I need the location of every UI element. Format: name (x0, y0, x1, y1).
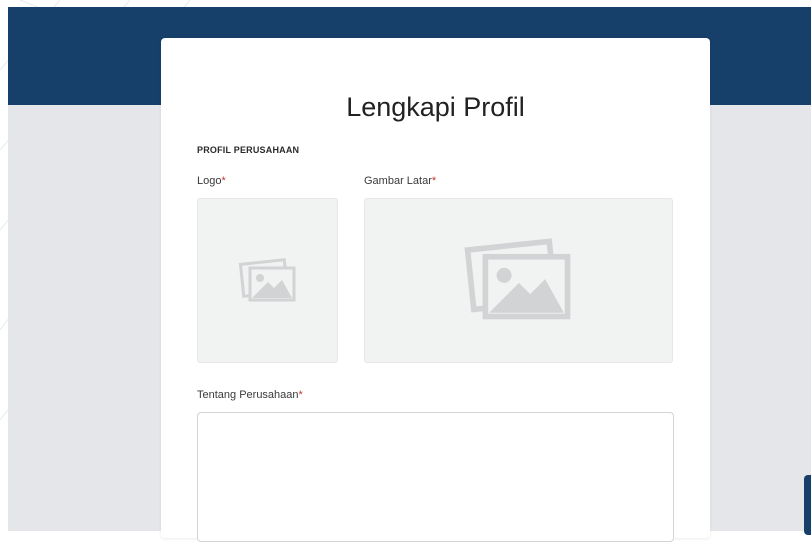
logo-upload[interactable] (197, 198, 338, 363)
about-company-label: Tentang Perusahaan* (197, 389, 303, 401)
logo-label-text: Logo (197, 175, 222, 187)
background-image-label-text: Gambar Latar (364, 175, 432, 187)
page-title: Lengkapi Profil (346, 92, 525, 123)
required-mark: * (431, 175, 437, 187)
required-mark: * (221, 175, 226, 187)
profile-form-card: Lengkapi Profil PROFIL PERUSAHAAN Logo* … (161, 38, 710, 542)
floating-side-tab[interactable] (804, 475, 811, 535)
logo-label: Logo* (197, 175, 226, 187)
section-heading: PROFIL PERUSAHAAN (197, 145, 300, 155)
about-company-textarea[interactable] (197, 412, 674, 542)
background-image-label: Gambar Latar* (364, 175, 436, 187)
image-placeholder-icon (238, 257, 295, 301)
about-company-label-text: Tentang Perusahaan (197, 389, 299, 401)
required-mark: * (298, 389, 303, 401)
background-image-upload[interactable] (364, 198, 673, 363)
image-placeholder-icon (463, 237, 570, 319)
